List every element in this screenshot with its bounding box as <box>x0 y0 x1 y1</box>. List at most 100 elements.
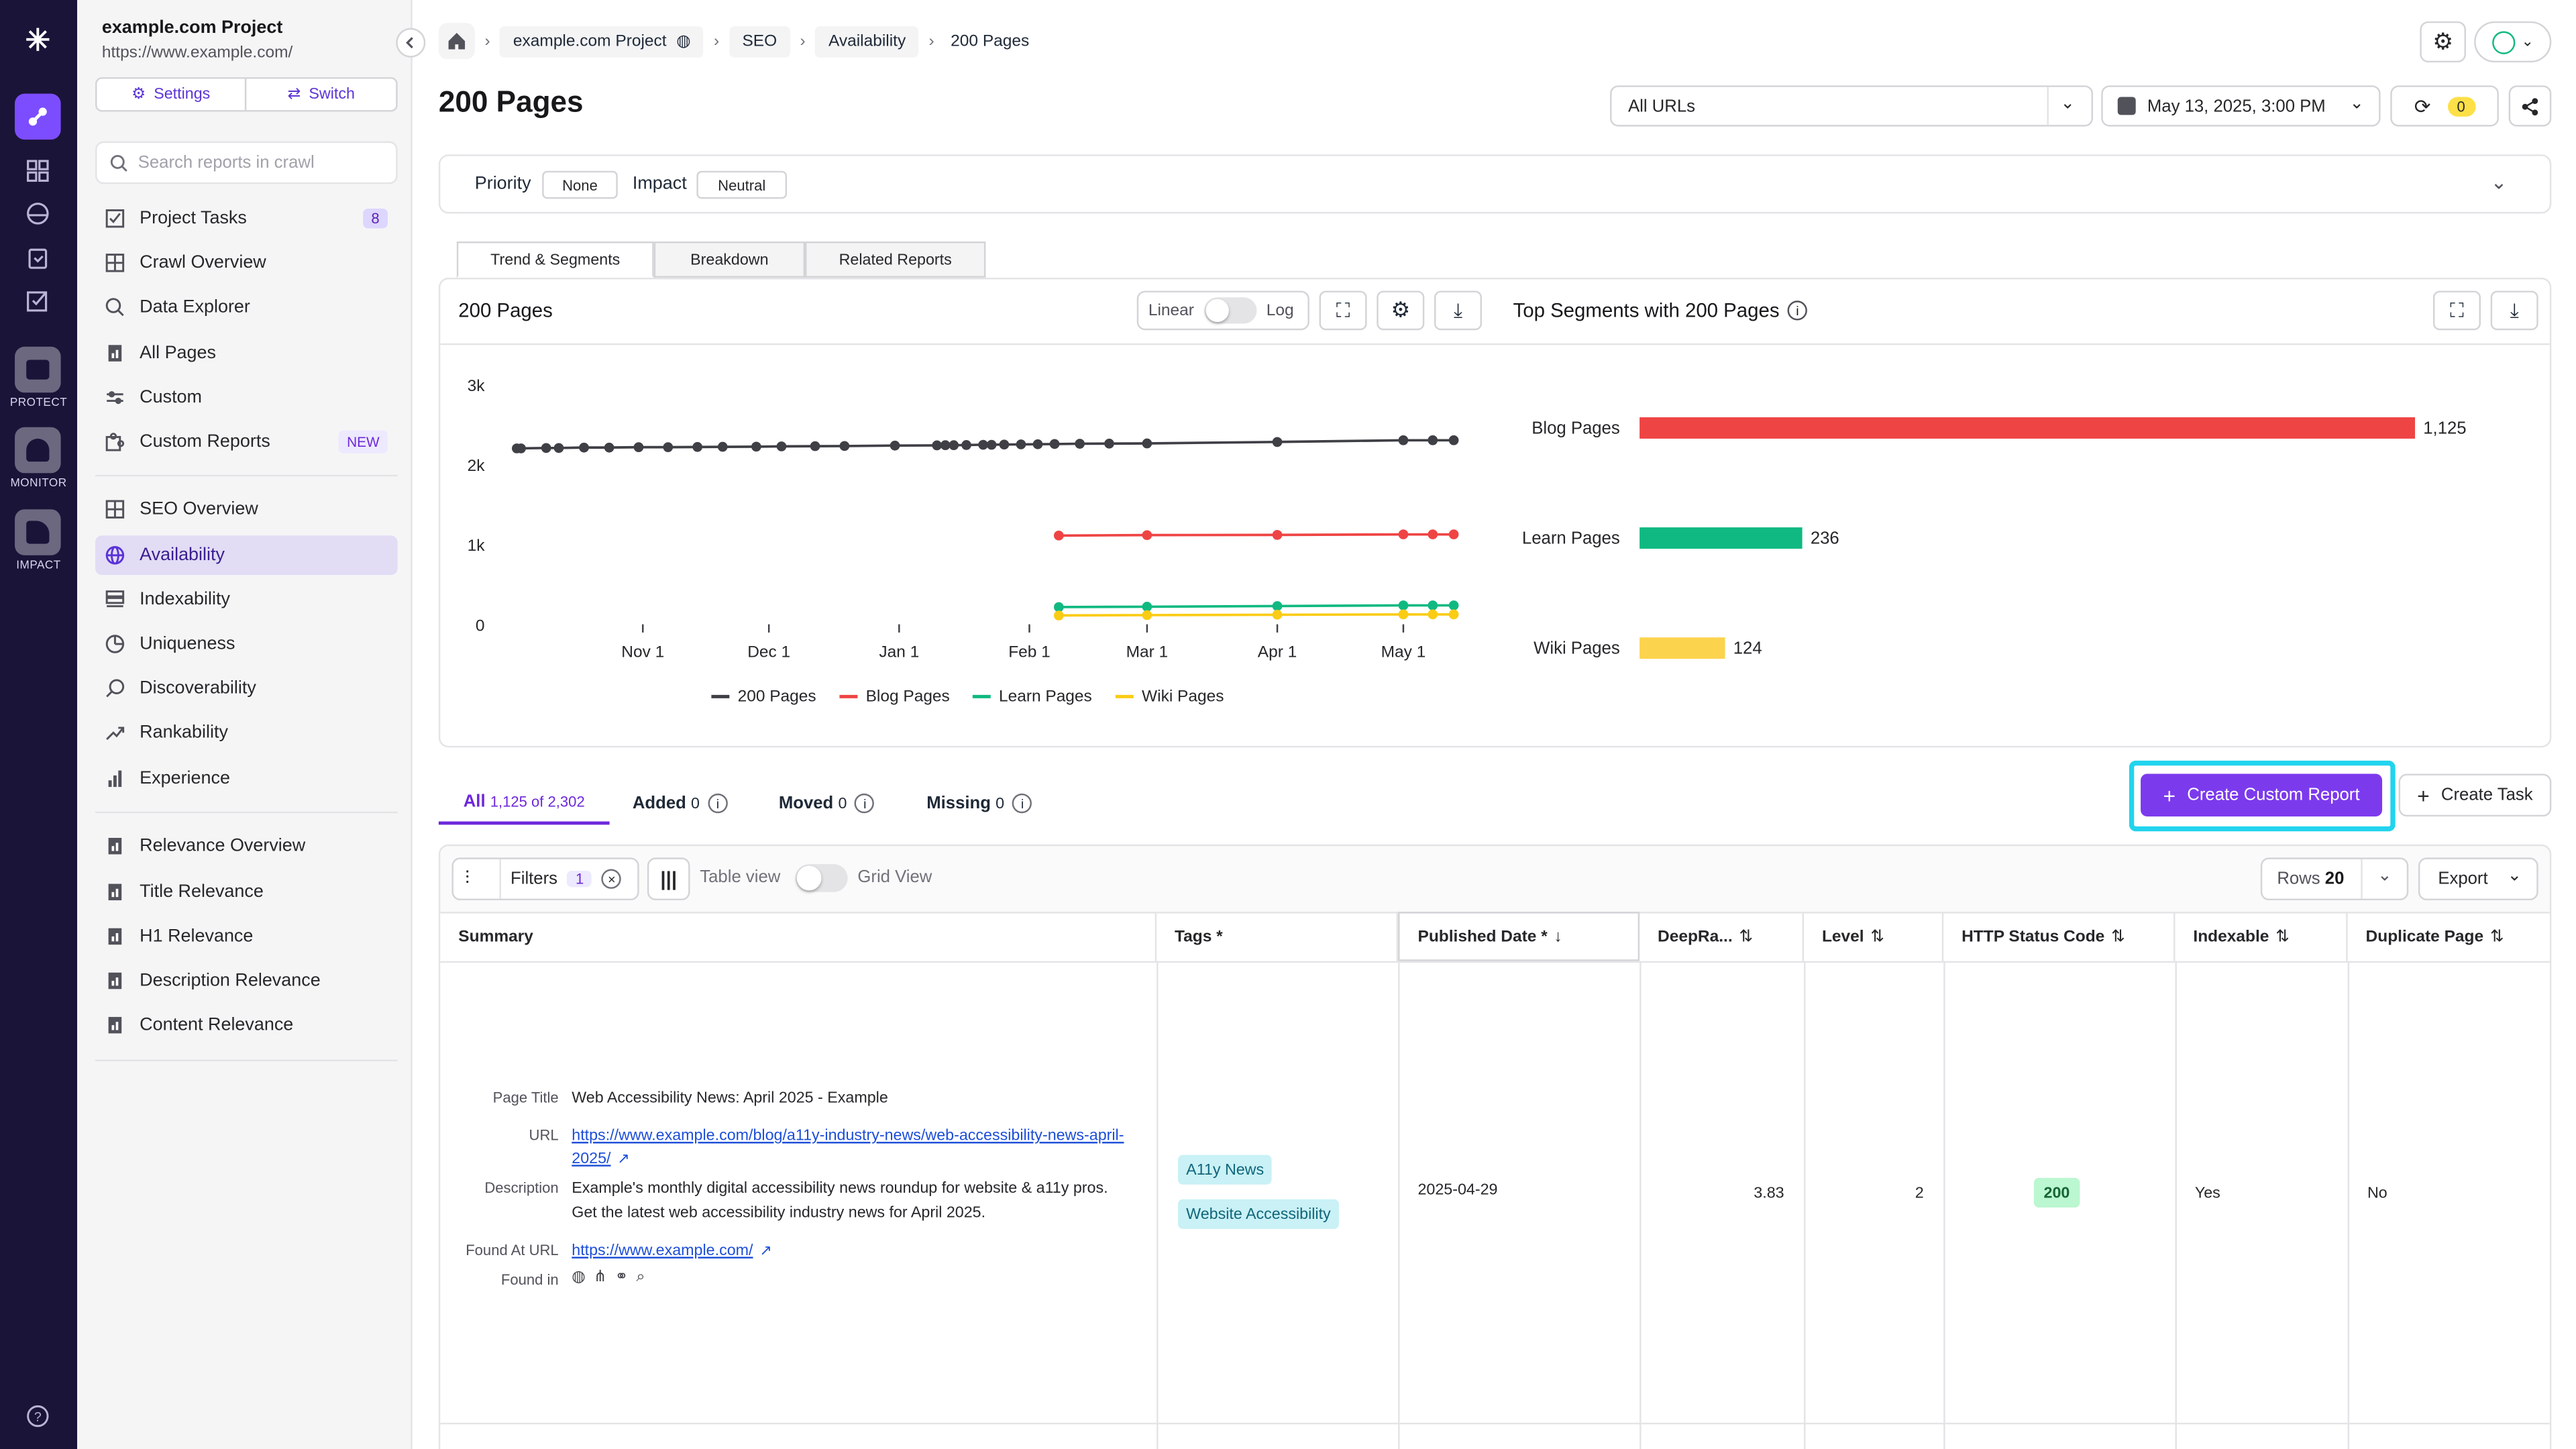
column-indexable[interactable]: Indexable ⇅ <box>2175 912 2348 961</box>
sidebar-item-discoverability[interactable]: Discoverability <box>95 669 398 708</box>
tag-chip[interactable]: Website Accessibility <box>1177 1199 1339 1229</box>
tab-related-reports[interactable]: Related Reports <box>805 241 986 278</box>
crawl-date-select[interactable]: May 13, 2025, 3:00 PM ⌄ <box>2101 85 2381 127</box>
found-at-url-link[interactable]: https://www.example.com/ <box>572 1242 753 1260</box>
page-url-link[interactable]: https://www.example.com/blog/a11y-indust… <box>572 1127 1124 1145</box>
diff-tab-missing[interactable]: Missing 0i <box>926 782 1032 825</box>
found-at-link-wrap[interactable]: https://www.example.com/ ↗ <box>572 1242 772 1260</box>
switch-button[interactable]: ⇄ Switch <box>244 77 398 112</box>
diff-tab-all[interactable]: All 1,125 of 2,302 <box>438 782 610 825</box>
sidebar-item-all-pages[interactable]: All Pages <box>95 333 398 373</box>
sidebar-item-description-relevance[interactable]: Description Relevance <box>95 961 398 1001</box>
pie-icon <box>103 633 126 655</box>
column-deeprank[interactable]: DeepRa... ⇅ <box>1640 912 1805 961</box>
create-task-button[interactable]: + Create Task <box>2398 773 2552 817</box>
sidebar-item-custom-reports[interactable]: Custom Reports NEW <box>95 422 398 462</box>
column-level[interactable]: Level ⇅ <box>1804 912 1944 961</box>
app-logo-icon[interactable] <box>23 25 52 54</box>
task-check-icon[interactable] <box>23 286 52 315</box>
user-menu-button[interactable]: ⌄ <box>2474 21 2552 63</box>
impact-app-icon[interactable] <box>15 509 61 555</box>
impact-value-chip[interactable]: Neutral <box>696 170 788 199</box>
scale-toggle[interactable]: Linear Log <box>1136 290 1309 331</box>
export-button[interactable]: Export ⌄ <box>2418 857 2538 901</box>
priority-value-chip[interactable]: None <box>542 170 618 199</box>
filter-sliders-icon: ⫶ <box>465 868 470 888</box>
sidebar-item-experience[interactable]: Experience <box>95 759 398 798</box>
sidebar-item-project-tasks[interactable]: Project Tasks 8 <box>95 199 398 238</box>
column-published-date[interactable]: Published Date * ↓ <box>1398 912 1640 961</box>
monitor-app-icon[interactable] <box>15 427 61 474</box>
page-url-line2[interactable]: 2025/ <box>572 1150 610 1168</box>
scale-switch[interactable] <box>1203 297 1257 324</box>
protect-app-icon[interactable] <box>15 346 61 393</box>
columns-button[interactable]: ||| <box>647 857 690 901</box>
settings-button[interactable]: ⚙ Settings <box>95 77 247 112</box>
segments-fullscreen-button[interactable]: ⛶ <box>2432 290 2481 331</box>
column-http-status[interactable]: HTTP Status Code ⇅ <box>1943 912 2176 961</box>
chart-settings-button[interactable]: ⚙ <box>1377 290 1425 331</box>
y-tick-label: 0 <box>476 616 485 635</box>
grid-view-label: Grid View <box>857 867 932 888</box>
magnifier-icon <box>103 296 126 319</box>
settings-gear-button[interactable]: ⚙ <box>2420 21 2466 63</box>
create-custom-report-button[interactable]: + Create Custom Report <box>2141 773 2383 817</box>
tab-breakdown[interactable]: Breakdown <box>653 241 806 278</box>
data-point-200-pages <box>978 439 988 450</box>
filters-button[interactable]: ⫶ Filters 1 × <box>451 857 639 901</box>
page-url-link-cont[interactable]: 2025/ ↗ <box>572 1150 630 1168</box>
breadcrumb-project[interactable]: example.com Project ◍ <box>500 25 704 57</box>
download-button[interactable]: ⤓ <box>1434 290 1482 331</box>
bar-value-label-learn-pages: 236 <box>1811 529 1839 548</box>
sidebar-item-content-relevance[interactable]: Content Relevance <box>95 1006 398 1045</box>
collapse-sidebar-button[interactable] <box>396 28 426 58</box>
priority-label: Priority <box>474 174 531 194</box>
home-button[interactable] <box>438 23 475 60</box>
expand-chevron-icon[interactable]: ⌄ <box>2491 171 2508 194</box>
info-icon[interactable]: i <box>1787 301 1808 321</box>
description-line-1: Example's monthly digital accessibility … <box>572 1179 1108 1198</box>
segments-download-button[interactable]: ⤓ <box>2490 290 2538 331</box>
diff-tab-moved[interactable]: Moved 0i <box>779 782 875 825</box>
fullscreen-button[interactable]: ⛶ <box>1319 290 1367 331</box>
dashboard-grid-icon[interactable] <box>23 156 52 186</box>
report-search-input[interactable]: Search reports in crawl <box>95 141 398 184</box>
crawl-app-icon[interactable] <box>15 93 61 140</box>
refresh-button[interactable]: ⟳ 0 <box>2390 85 2499 127</box>
gauge-icon[interactable] <box>23 199 52 228</box>
sidebar-item-crawl-overview[interactable]: Crawl Overview <box>95 243 398 282</box>
column-tags[interactable]: Tags * <box>1157 912 1399 961</box>
diff-tab-added[interactable]: Added 0i <box>633 782 728 825</box>
series-line-wiki-pages <box>1059 613 1454 617</box>
clear-filters-icon[interactable]: × <box>602 869 622 889</box>
sidebar-item-relevance-overview[interactable]: Relevance Overview <box>95 826 398 866</box>
bar-category-label-learn-pages: Learn Pages <box>1522 529 1620 548</box>
help-icon[interactable]: ? <box>23 1401 52 1431</box>
clipboard-icon[interactable] <box>23 243 52 272</box>
column-summary[interactable]: Summary <box>440 912 1157 961</box>
sidebar-item-seo-overview[interactable]: SEO Overview <box>95 490 398 529</box>
breadcrumb-seo[interactable]: SEO <box>729 25 790 57</box>
sidebar-item-rankability[interactable]: Rankability <box>95 713 398 753</box>
sidebar-item-indexability[interactable]: Indexability <box>95 580 398 619</box>
stack-icon <box>103 588 126 611</box>
sidebar-item-h1-relevance[interactable]: H1 Relevance <box>95 917 398 957</box>
sidebar-item-uniqueness[interactable]: Uniqueness <box>95 625 398 664</box>
tag-chip[interactable]: A11y News <box>1177 1155 1273 1185</box>
crawl-date-value: May 13, 2025, 3:00 PM <box>2147 96 2326 116</box>
column-duplicate-page[interactable]: Duplicate Page ⇅ <box>2348 912 2550 961</box>
sidebar-item-data-explorer[interactable]: Data Explorer <box>95 288 398 327</box>
url-filter-select[interactable]: All URLs ⌄ <box>1610 85 2094 127</box>
breadcrumb-availability[interactable]: Availability <box>815 25 919 57</box>
share-button[interactable] <box>2508 85 2552 127</box>
sidebar-item-title-relevance[interactable]: Title Relevance <box>95 872 398 912</box>
tab-trend-segments[interactable]: Trend & Segments <box>456 241 654 278</box>
data-point-blog-pages <box>1272 530 1283 540</box>
view-toggle[interactable] <box>795 864 848 892</box>
data-point-200-pages <box>1142 438 1152 449</box>
chevron-down-icon: ⌄ <box>2521 32 2534 50</box>
rows-per-page-select[interactable]: Rows 20 ⌄ <box>2260 857 2409 901</box>
sidebar-item-custom[interactable]: Custom <box>95 378 398 417</box>
sidebar-item-availability[interactable]: Availability <box>95 535 398 576</box>
data-point-learn-pages <box>1142 602 1152 612</box>
